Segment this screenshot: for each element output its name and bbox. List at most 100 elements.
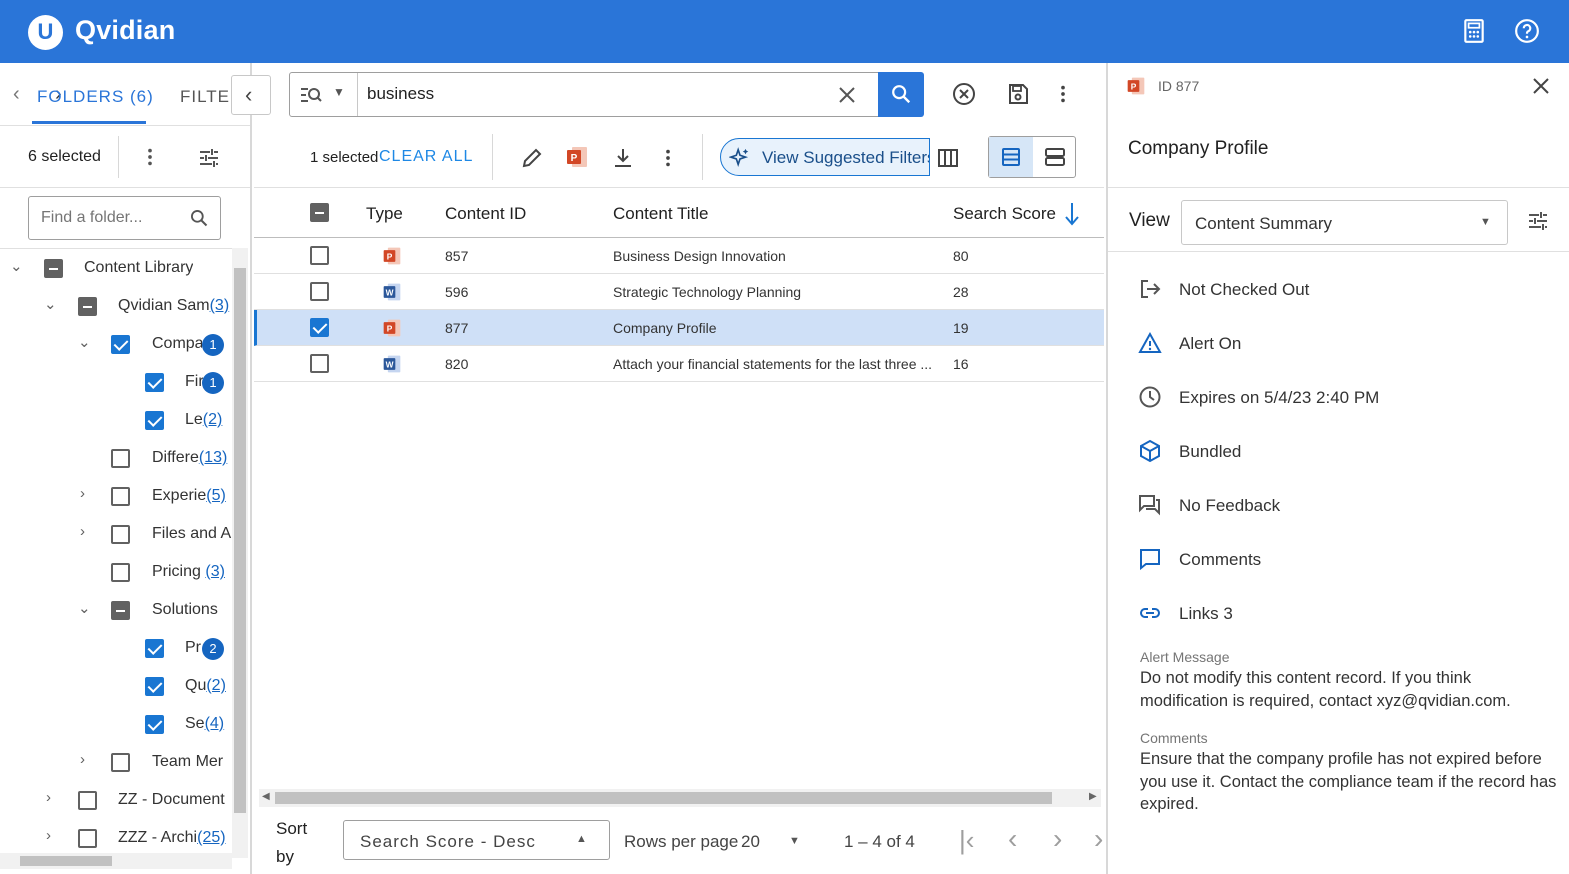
next-page-icon[interactable]: › xyxy=(1053,823,1062,855)
scroll-right-icon[interactable]: ▶ xyxy=(1089,791,1097,802)
download-icon[interactable] xyxy=(611,146,635,170)
tree-row[interactable]: › Files and A xyxy=(0,515,232,553)
checkbox[interactable] xyxy=(111,563,130,582)
tree-row[interactable]: ⌄ Qvidian Sam(3) xyxy=(0,287,232,325)
checkbox[interactable] xyxy=(111,753,130,772)
checkbox[interactable] xyxy=(145,715,164,734)
column-type[interactable]: Type xyxy=(366,204,403,224)
tree-row[interactable]: Pricing (3) xyxy=(0,553,232,591)
cancel-circle-icon[interactable] xyxy=(952,82,976,106)
cell-title[interactable]: Attach your financial statements for the… xyxy=(613,356,932,372)
more-vert-icon[interactable] xyxy=(139,146,161,168)
search-type-dropdown[interactable]: ▼ xyxy=(290,73,358,116)
view-select[interactable]: Content Summary ▼ xyxy=(1181,200,1508,245)
table-row-selected[interactable]: P 877 Company Profile 19 xyxy=(254,310,1104,346)
tree-horizontal-scrollbar[interactable] xyxy=(0,853,232,869)
checkbox[interactable] xyxy=(145,411,164,430)
chevron-right-icon[interactable]: › xyxy=(80,751,85,768)
clear-all-button[interactable]: CLEAR ALL xyxy=(379,148,473,166)
chevron-right-icon[interactable]: › xyxy=(46,789,51,806)
chevron-left-icon[interactable]: ‹ xyxy=(13,83,20,106)
list-view-button[interactable] xyxy=(989,137,1033,177)
rows-per-page-select[interactable]: 20 xyxy=(741,832,760,852)
close-icon[interactable] xyxy=(1531,76,1551,96)
help-icon[interactable] xyxy=(1514,18,1540,44)
checkbox[interactable] xyxy=(111,449,130,468)
folder-search-field[interactable]: Find a folder... xyxy=(28,196,221,240)
tune-icon[interactable] xyxy=(1526,209,1550,233)
table-row[interactable]: W 596 Strategic Technology Planning 28 xyxy=(254,274,1104,310)
view-suggested-filters-button[interactable]: View Suggested Filters xyxy=(720,138,930,176)
row-checkbox[interactable] xyxy=(310,246,329,265)
property-links[interactable]: Links 3 xyxy=(1108,587,1569,641)
tree-row[interactable]: Fir 1 xyxy=(0,363,232,401)
powerpoint-icon[interactable]: P xyxy=(565,145,589,169)
property-comments[interactable]: Comments xyxy=(1108,533,1569,587)
column-search-score[interactable]: Search Score xyxy=(953,204,1056,224)
scrollbar-thumb[interactable] xyxy=(275,792,1052,804)
sort-desc-icon[interactable] xyxy=(1064,201,1080,227)
caret-down-icon[interactable]: ▼ xyxy=(789,835,800,847)
tree-count[interactable]: (25) xyxy=(197,829,225,846)
cell-title[interactable]: Company Profile xyxy=(613,320,717,336)
save-icon[interactable] xyxy=(1006,82,1030,106)
tree-row[interactable]: Le(2) xyxy=(0,401,232,439)
columns-icon[interactable] xyxy=(936,146,960,170)
tree-count[interactable]: (13) xyxy=(199,449,227,466)
checkbox[interactable] xyxy=(111,335,130,354)
more-vert-icon[interactable] xyxy=(1052,83,1074,105)
tree-row[interactable]: ⌄ Solutions xyxy=(0,591,232,629)
chevron-right-icon[interactable]: › xyxy=(80,523,85,540)
row-checkbox[interactable] xyxy=(310,318,329,337)
tree-count[interactable]: (2) xyxy=(203,411,223,428)
chevron-down-icon[interactable]: ⌄ xyxy=(44,295,57,313)
tree-count[interactable]: (2) xyxy=(206,677,226,694)
checkbox[interactable] xyxy=(111,525,130,544)
checkbox[interactable] xyxy=(44,259,63,278)
tree-count[interactable]: (4) xyxy=(205,715,225,732)
chevron-right-icon[interactable]: › xyxy=(46,827,51,844)
tree-row[interactable]: › Team Mer xyxy=(0,743,232,781)
more-vert-icon[interactable] xyxy=(657,147,679,169)
checkbox[interactable] xyxy=(145,373,164,392)
sort-select[interactable]: Search Score - Desc ▲ xyxy=(343,820,610,860)
last-page-icon[interactable]: › xyxy=(1094,823,1103,855)
chevron-down-icon[interactable]: ⌄ xyxy=(78,333,91,351)
tree-vertical-scrollbar[interactable] xyxy=(232,248,248,858)
search-button[interactable] xyxy=(878,72,924,117)
row-checkbox[interactable] xyxy=(310,282,329,301)
tree-row[interactable]: Se(4) xyxy=(0,705,232,743)
tree-row[interactable]: ⌄ Compa 1 xyxy=(0,325,232,363)
tree-row[interactable]: › Experie(5) xyxy=(0,477,232,515)
tree-row[interactable]: Differe(13) xyxy=(0,439,232,477)
scroll-left-icon[interactable]: ◀ xyxy=(262,791,270,802)
tree-row[interactable]: ⌄ Content Library xyxy=(0,249,232,287)
search-input[interactable]: business xyxy=(367,84,434,104)
table-horizontal-scrollbar[interactable]: ◀ ▶ xyxy=(259,789,1101,807)
tree-row[interactable]: Qu(2) xyxy=(0,667,232,705)
tree-count[interactable]: (3) xyxy=(205,563,225,580)
card-view-button[interactable] xyxy=(1033,137,1077,177)
tune-icon[interactable] xyxy=(197,146,221,170)
chevron-right-icon[interactable]: › xyxy=(80,485,85,502)
checkbox[interactable] xyxy=(145,677,164,696)
table-row[interactable]: P 857 Business Design Innovation 80 xyxy=(254,238,1104,274)
tree-count[interactable]: (3) xyxy=(210,297,230,314)
checkbox[interactable] xyxy=(111,487,130,506)
column-content-title[interactable]: Content Title xyxy=(613,204,708,224)
prev-page-icon[interactable]: ‹ xyxy=(1008,823,1017,855)
checkbox[interactable] xyxy=(78,829,97,848)
cell-title[interactable]: Strategic Technology Planning xyxy=(613,284,801,300)
scrollbar-thumb[interactable] xyxy=(234,268,246,813)
search-icon[interactable] xyxy=(189,208,209,228)
scrollbar-thumb[interactable] xyxy=(20,856,112,866)
first-page-icon[interactable]: |‹ xyxy=(959,825,974,856)
checkbox[interactable] xyxy=(111,601,130,620)
chevron-down-icon[interactable]: ⌄ xyxy=(10,257,23,275)
search-field[interactable]: ▼ business xyxy=(289,72,924,117)
checkbox[interactable] xyxy=(78,297,97,316)
checkbox[interactable] xyxy=(78,791,97,810)
tree-row[interactable]: Pr 2 xyxy=(0,629,232,667)
row-checkbox[interactable] xyxy=(310,354,329,373)
edit-icon[interactable] xyxy=(520,146,544,170)
